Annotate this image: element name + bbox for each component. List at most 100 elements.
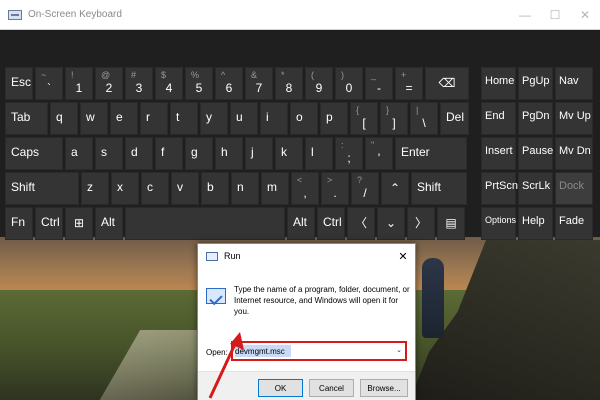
key-5[interactable]: % 5 (185, 67, 213, 100)
key-equals[interactable]: + = (395, 67, 423, 100)
key-l[interactable]: l (305, 137, 333, 170)
key-enter[interactable]: Enter (395, 137, 467, 170)
key-nav[interactable]: Nav (555, 67, 593, 100)
key-i[interactable]: i (260, 102, 288, 135)
key-ralt[interactable]: Alt (287, 207, 315, 240)
key-fade[interactable]: Fade (555, 207, 593, 240)
key-end[interactable]: End (481, 102, 516, 135)
key-r[interactable]: r (140, 102, 168, 135)
key-space[interactable] (125, 207, 285, 240)
key-backtick[interactable]: ~ ` (35, 67, 63, 100)
key-9[interactable]: (9 (305, 67, 333, 100)
key-w[interactable]: w (80, 102, 108, 135)
key-7[interactable]: & 7 (245, 67, 273, 100)
key-home[interactable]: Home (481, 67, 516, 100)
key-semicolon[interactable]: :; (335, 137, 363, 170)
key-e[interactable]: e (110, 102, 138, 135)
key-options[interactable]: Options (481, 207, 516, 240)
key-v[interactable]: v (171, 172, 199, 205)
key-slash[interactable]: ? / (351, 172, 379, 205)
run-description: Type the name of a program, folder, docu… (234, 285, 410, 316)
key-backslash[interactable]: | \ (410, 102, 438, 135)
key-comma[interactable]: <, (291, 172, 319, 205)
key-p[interactable]: p (320, 102, 348, 135)
key-y[interactable]: y (200, 102, 228, 135)
key-n[interactable]: n (231, 172, 259, 205)
key-w-label: w (86, 110, 95, 124)
key-lctrl[interactable]: Ctrl (35, 207, 63, 240)
key-win[interactable]: ⊞ (65, 207, 93, 240)
ok-button[interactable]: OK (258, 379, 303, 397)
key-x[interactable]: x (111, 172, 139, 205)
key-esc[interactable]: Esc (5, 67, 33, 100)
key-1[interactable]: ! 1 (65, 67, 93, 100)
key-pgdn[interactable]: PgDn (518, 102, 553, 135)
run-close-button[interactable]: ✕ (391, 250, 415, 263)
key-dock[interactable]: Dock (555, 172, 593, 205)
key-6[interactable]: ^ 6 (215, 67, 243, 100)
key-up[interactable]: ⌃ (381, 172, 409, 205)
key-lshift[interactable]: Shift (5, 172, 79, 205)
key-backspace[interactable]: ⌫ (425, 67, 469, 100)
key-b[interactable]: b (201, 172, 229, 205)
key-fn[interactable]: Fn (5, 207, 33, 240)
key-j[interactable]: j (245, 137, 273, 170)
key-right[interactable]: 〉 (407, 207, 435, 240)
key-down[interactable]: ⌄ (377, 207, 405, 240)
key-left[interactable]: 〈 (347, 207, 375, 240)
key-mvdn[interactable]: Mv Dn (555, 137, 593, 170)
maximize-button[interactable]: ☐ (540, 0, 570, 30)
run-titlebar[interactable]: Run ✕ (198, 244, 415, 268)
key-u[interactable]: u (230, 102, 258, 135)
key-m[interactable]: m (261, 172, 289, 205)
key-lalt[interactable]: Alt (95, 207, 123, 240)
key-minus[interactable]: _ - (365, 67, 393, 100)
cancel-button[interactable]: Cancel (309, 379, 354, 397)
key-rbracket[interactable]: }] (380, 102, 408, 135)
key-caps[interactable]: Caps (5, 137, 63, 170)
key-minus-shift-label: _ (371, 70, 377, 80)
key-s[interactable]: s (95, 137, 123, 170)
key-mvup[interactable]: Mv Up (555, 102, 593, 135)
key-pgup[interactable]: PgUp (518, 67, 553, 100)
open-input[interactable] (235, 345, 393, 357)
key-tab[interactable]: Tab (5, 102, 48, 135)
key-lbracket[interactable]: {[ (350, 102, 378, 135)
close-button[interactable]: ✕ (570, 0, 600, 30)
key-insert[interactable]: Insert (481, 137, 516, 170)
key-rshift[interactable]: Shift (411, 172, 467, 205)
osk-titlebar[interactable]: On-Screen Keyboard — ☐ ✕ (0, 0, 600, 30)
key-4[interactable]: $4 (155, 67, 183, 100)
key-rctrl[interactable]: Ctrl (317, 207, 345, 240)
key-k[interactable]: k (275, 137, 303, 170)
browse-button[interactable]: Browse... (360, 379, 408, 397)
key-a[interactable]: a (65, 137, 93, 170)
key-t[interactable]: t (170, 102, 198, 135)
key-q[interactable]: q (50, 102, 78, 135)
minimize-button[interactable]: — (510, 0, 540, 30)
key-2[interactable]: @2 (95, 67, 123, 100)
key-z[interactable]: z (81, 172, 109, 205)
key-0[interactable]: ) 0 (335, 67, 363, 100)
key-3[interactable]: #3 (125, 67, 153, 100)
key-period[interactable]: >. (321, 172, 349, 205)
key-pause[interactable]: Pause (518, 137, 553, 170)
key-f[interactable]: f (155, 137, 183, 170)
key-scrlk[interactable]: ScrLk (518, 172, 553, 205)
key-h[interactable]: h (215, 137, 243, 170)
key-quote[interactable]: " ' (365, 137, 393, 170)
chevron-down-icon[interactable]: ⌄ (396, 346, 402, 354)
key-g[interactable]: g (185, 137, 213, 170)
key-8[interactable]: * 8 (275, 67, 303, 100)
key-menu[interactable]: ▤ (437, 207, 465, 240)
key-menu-label: ▤ (445, 216, 457, 230)
key-prtscn[interactable]: PrtScn (481, 172, 518, 205)
key-o[interactable]: o (290, 102, 318, 135)
key-k-label: k (281, 145, 287, 159)
key-b-label: b (207, 180, 214, 194)
key-d[interactable]: d (125, 137, 153, 170)
key-del[interactable]: Del (440, 102, 469, 135)
key-c[interactable]: c (141, 172, 169, 205)
key-help[interactable]: Help (518, 207, 553, 240)
open-input-box[interactable]: ⌄ (231, 341, 407, 361)
